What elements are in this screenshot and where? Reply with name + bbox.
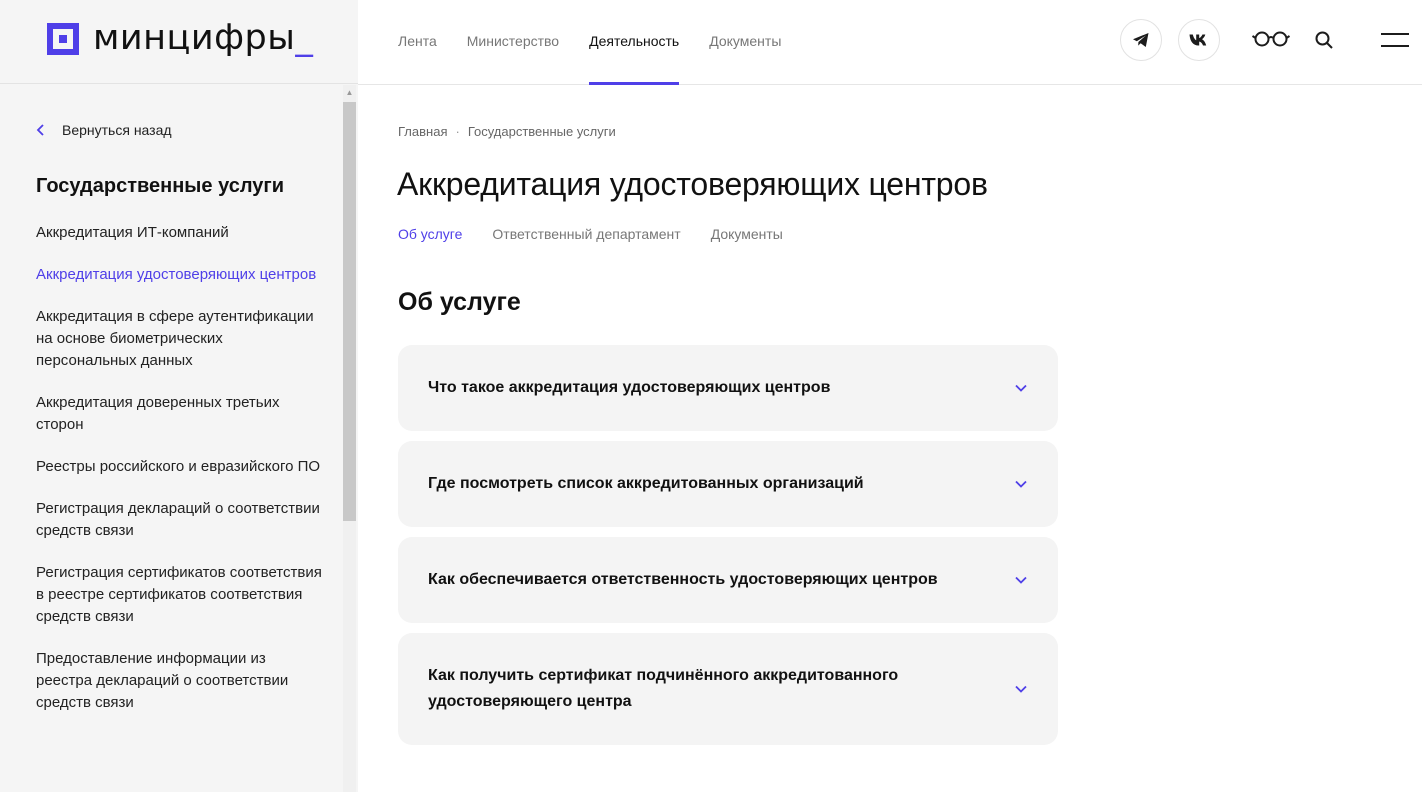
sidebar-item-trusted-third-parties[interactable]: Аккредитация доверенных третьих сторон	[36, 392, 326, 436]
top-header: Лента Министерство Деятельность Документ…	[358, 0, 1422, 85]
breadcrumb-home[interactable]: Главная	[398, 124, 447, 139]
nav-item-ministry[interactable]: Министерство	[467, 0, 559, 84]
tab-documents[interactable]: Документы	[711, 226, 783, 242]
sidebar-item-certificates-registration[interactable]: Регистрация сертификатов соответствия в …	[36, 562, 326, 628]
chevron-down-icon	[1015, 384, 1027, 392]
sidebar-item-software-registries[interactable]: Реестры российского и евразийского ПО	[36, 456, 326, 478]
tab-department[interactable]: Ответственный департамент	[492, 226, 680, 242]
accordion-item[interactable]: Что такое аккредитация удостоверяющих це…	[398, 345, 1058, 431]
chevron-down-icon	[1015, 576, 1027, 584]
sidebar-item-it-accreditation[interactable]: Аккредитация ИТ-компаний	[36, 222, 326, 244]
tab-about[interactable]: Об услуге	[398, 226, 462, 242]
logo-text[interactable]: минцифры_	[93, 18, 313, 58]
back-link[interactable]: Вернуться назад	[36, 122, 172, 138]
service-tabs: Об услуге Ответственный департамент Доку…	[398, 226, 813, 242]
accordion-item[interactable]: Где посмотреть список аккредитованных ор…	[398, 441, 1058, 527]
chevron-down-icon	[1015, 685, 1027, 693]
section-title: Об услуге	[398, 288, 521, 316]
accordion-item[interactable]: Как обеспечивается ответственность удост…	[398, 537, 1058, 623]
logo-cursor: _	[295, 18, 314, 58]
sidebar-item-certifying-centers[interactable]: Аккредитация удостоверяющих центров	[36, 264, 326, 286]
menu-icon[interactable]	[1381, 33, 1409, 47]
breadcrumb: Главная · Государственные услуги	[398, 124, 616, 139]
nav-item-activity[interactable]: Деятельность	[589, 0, 680, 85]
chevron-left-icon	[36, 124, 44, 136]
sidebar-menu: Аккредитация ИТ-компаний Аккредитация уд…	[36, 222, 326, 734]
search-icon[interactable]	[1314, 30, 1334, 50]
vk-button[interactable]	[1178, 19, 1220, 61]
accordion-title: Как получить сертификат подчинённого акк…	[428, 667, 899, 710]
scroll-up-arrow-icon[interactable]: ▲	[343, 88, 356, 98]
logo-icon[interactable]	[47, 23, 79, 55]
accordion-title: Где посмотреть список аккредитованных ор…	[428, 475, 864, 492]
accordion-title: Как обеспечивается ответственность удост…	[428, 571, 938, 588]
sidebar-item-biometric[interactable]: Аккредитация в сфере аутентификации на о…	[36, 306, 326, 372]
telegram-button[interactable]	[1120, 19, 1162, 61]
breadcrumb-current[interactable]: Государственные услуги	[468, 124, 616, 139]
sidebar-title: Государственные услуги	[36, 175, 285, 197]
back-link-label: Вернуться назад	[62, 122, 172, 138]
sidebar-item-declarations-registration[interactable]: Регистрация деклараций о соответствии ср…	[36, 498, 326, 542]
chevron-down-icon	[1015, 480, 1027, 488]
glasses-icon[interactable]	[1252, 30, 1290, 48]
logo-area: минцифры_	[0, 0, 358, 84]
nav-item-documents[interactable]: Документы	[709, 0, 781, 84]
accordion-item[interactable]: Как получить сертификат подчинённого акк…	[398, 633, 1058, 745]
vk-icon	[1189, 34, 1207, 46]
scrollbar-thumb[interactable]	[343, 102, 356, 521]
nav-item-feed[interactable]: Лента	[398, 0, 437, 84]
sidebar-item-declarations-info[interactable]: Предоставление информации из реестра дек…	[36, 648, 326, 714]
telegram-icon	[1133, 33, 1149, 47]
breadcrumb-separator: ·	[455, 124, 460, 139]
page-title: Аккредитация удостоверяющих центров	[397, 166, 988, 202]
logo-word: минцифры	[93, 18, 296, 58]
main-nav: Лента Министерство Деятельность Документ…	[398, 0, 811, 85]
accordion-title: Что такое аккредитация удостоверяющих це…	[428, 379, 831, 396]
